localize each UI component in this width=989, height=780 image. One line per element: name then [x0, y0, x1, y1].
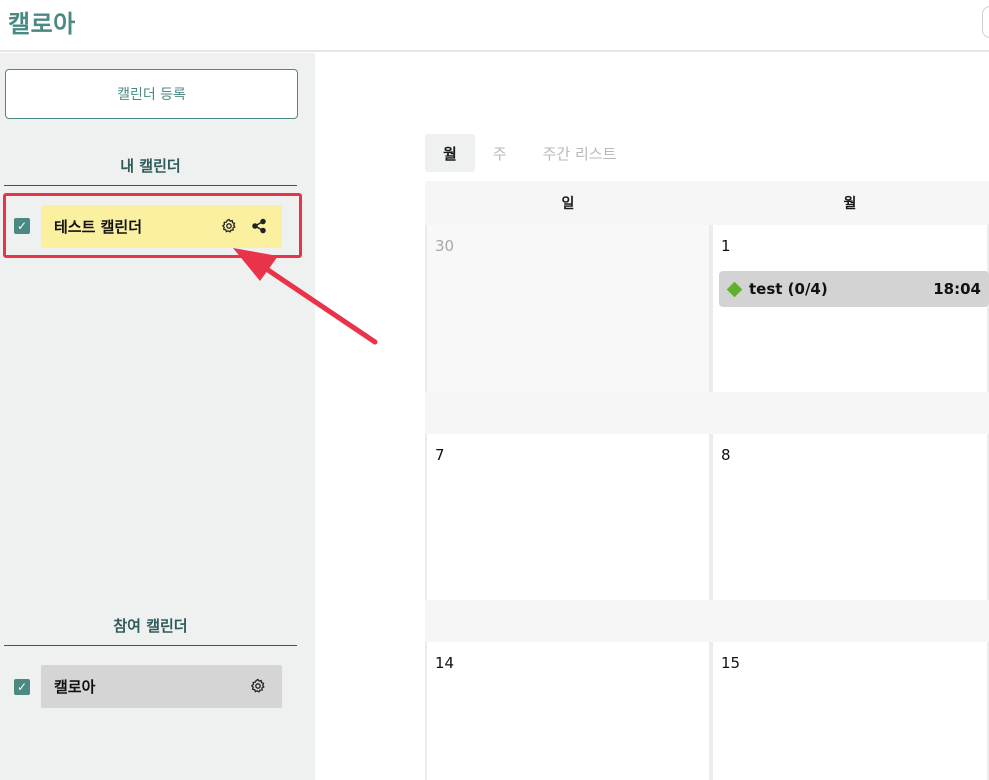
- weekday-header-mon: 월: [711, 181, 989, 225]
- section-divider: [4, 645, 297, 646]
- app-header: 캘로아: [0, 0, 989, 52]
- day-cell[interactable]: 15: [711, 642, 989, 780]
- gear-icon[interactable]: [249, 677, 267, 695]
- calendar-item-test[interactable]: 테스트 캘린더: [41, 205, 282, 248]
- date-number: 7: [435, 446, 445, 464]
- calendar-checkbox[interactable]: ✓: [14, 679, 30, 695]
- tab-month[interactable]: 월: [425, 134, 475, 172]
- app-logo[interactable]: 캘로아: [8, 4, 76, 39]
- week-separator: [425, 392, 989, 434]
- my-calendars-title: 내 캘린더: [120, 157, 181, 175]
- weekday-header-sun: 일: [425, 181, 711, 225]
- date-number: 15: [721, 654, 741, 672]
- day-cell[interactable]: 1 test (0/4) 18:04: [711, 225, 989, 392]
- register-calendar-button[interactable]: 캘린더 등록: [5, 69, 298, 119]
- share-icon[interactable]: [250, 217, 268, 235]
- day-cell[interactable]: 30: [425, 225, 711, 392]
- event-time: 18:04: [933, 280, 981, 298]
- calendar-item-caloa[interactable]: 캘로아: [41, 665, 282, 708]
- tab-weekly-list[interactable]: 주간 리스트: [525, 134, 635, 172]
- day-cell[interactable]: 7: [425, 434, 711, 600]
- calendar-main: 월 주 주간 리스트 일 월 30 1 test (0/4) 18:04 7 8: [315, 53, 989, 780]
- calendar-event[interactable]: test (0/4) 18:04: [719, 271, 989, 307]
- day-cell[interactable]: 8: [711, 434, 989, 600]
- date-number: 30: [435, 237, 455, 255]
- header-action-button[interactable]: [982, 6, 989, 38]
- date-number: 1: [721, 237, 731, 255]
- date-number: 8: [721, 446, 731, 464]
- calendar-checkbox[interactable]: ✓: [14, 218, 30, 234]
- event-title: test (0/4): [749, 280, 828, 298]
- gear-icon[interactable]: [220, 217, 238, 235]
- calendar-name: 캘로아: [54, 678, 96, 696]
- day-cell[interactable]: 14: [425, 642, 711, 780]
- calendar-row-caloa: ✓ 캘로아: [0, 665, 315, 709]
- sidebar: 캘린더 등록 내 캘린더 ✓ 테스트 캘린더 참여 캘린더 ✓ 캘로아: [0, 53, 315, 780]
- joined-calendars-title: 참여 캘린더: [113, 617, 188, 635]
- calendar-row-test: ✓ 테스트 캘린더: [0, 205, 315, 249]
- view-tabs: 월 주 주간 리스트: [425, 134, 634, 172]
- week-separator: [425, 600, 989, 642]
- date-number: 14: [435, 654, 455, 672]
- calendar-name: 테스트 캘린더: [54, 218, 143, 236]
- section-divider: [4, 185, 297, 186]
- tab-week[interactable]: 주: [475, 134, 525, 172]
- event-color-icon: [726, 281, 743, 297]
